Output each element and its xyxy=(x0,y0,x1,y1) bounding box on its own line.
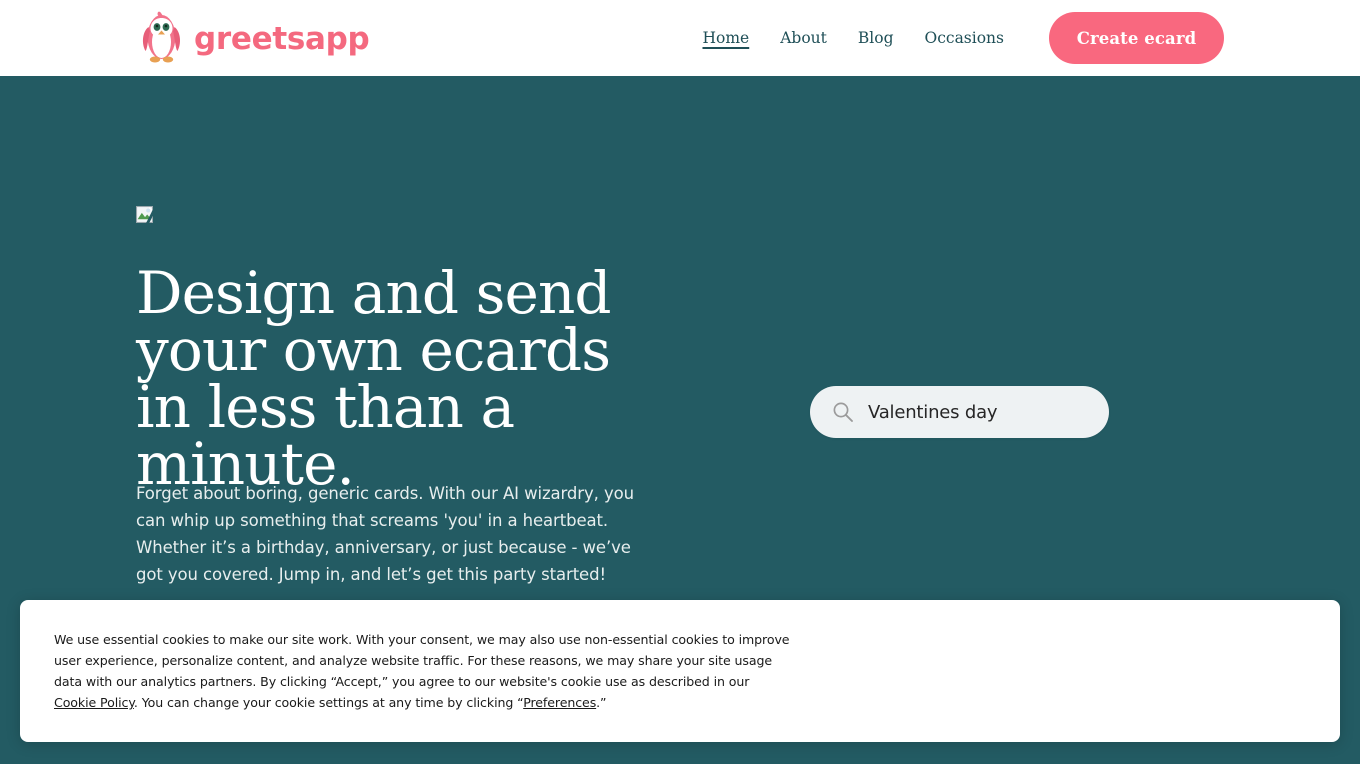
hero-title: Design and send your own ecards in less … xyxy=(136,259,612,498)
site-header: greetsapp Home About Blog Occasions Crea… xyxy=(0,0,1360,76)
preferences-link[interactable]: Preferences xyxy=(523,695,596,710)
cookie-text-part-1: We use essential cookies to make our sit… xyxy=(54,632,790,689)
search-icon xyxy=(833,402,853,422)
search-input[interactable] xyxy=(868,401,1078,423)
cookie-consent-banner: We use essential cookies to make our sit… xyxy=(20,600,1340,742)
cookie-text-part-3: .” xyxy=(596,695,607,710)
cookie-text-part-2: . You can change your cookie settings at… xyxy=(133,695,524,710)
brand-name: greetsapp xyxy=(194,20,370,57)
main-navigation: Home About Blog Occasions Create ecard xyxy=(702,0,1224,76)
cookie-consent-text: We use essential cookies to make our sit… xyxy=(54,629,794,713)
broken-image-icon xyxy=(136,206,153,223)
cookie-policy-link[interactable]: Cookie Policy xyxy=(54,695,134,710)
search-box[interactable] xyxy=(810,386,1109,438)
hero-paragraph: Forget about boring, generic cards. With… xyxy=(136,484,634,584)
create-ecard-button[interactable]: Create ecard xyxy=(1049,12,1224,64)
penguin-logo-icon xyxy=(142,11,181,63)
nav-item-about[interactable]: About xyxy=(780,23,827,53)
nav-item-occasions[interactable]: Occasions xyxy=(925,23,1005,53)
brand-logo-link[interactable]: greetsapp xyxy=(138,11,370,65)
nav-item-home[interactable]: Home xyxy=(702,23,749,53)
nav-item-blog[interactable]: Blog xyxy=(858,23,894,53)
